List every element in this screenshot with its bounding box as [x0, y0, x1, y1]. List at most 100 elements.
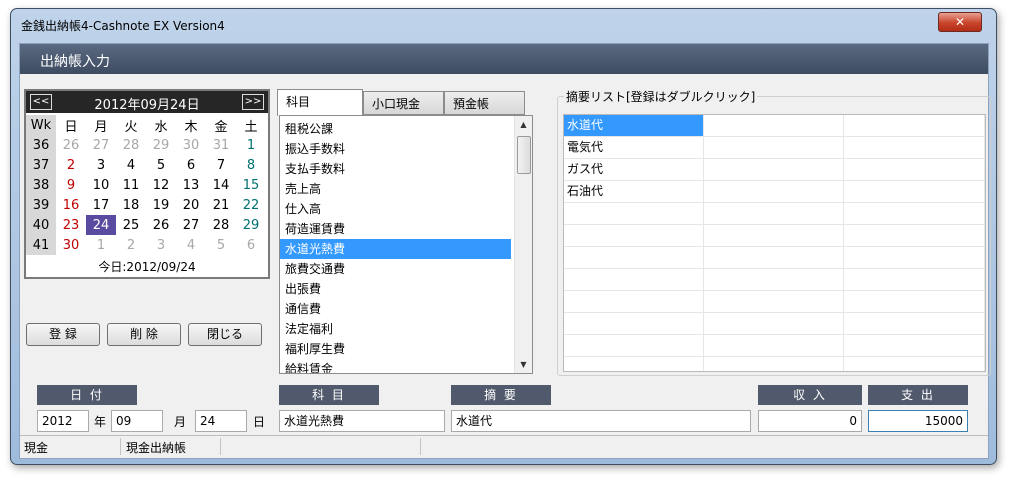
summary-row[interactable]: 電気代	[564, 137, 985, 159]
calendar-day[interactable]: 17	[86, 195, 116, 215]
account-listbox[interactable]: 租税公課 振込手数料 支払手数料 売上高 仕入高 荷造運賃費 水道光熱費 旅費交通費 出張費 通信…	[279, 115, 533, 374]
account-list-item[interactable]: 売上高	[280, 179, 532, 199]
year-field[interactable]: 2012	[37, 410, 89, 432]
expense-field[interactable]: 15000	[868, 410, 968, 432]
summary-cell[interactable]: 水道代	[564, 115, 704, 136]
summary-cell[interactable]	[704, 225, 844, 246]
scroll-thumb[interactable]	[517, 136, 531, 174]
summary-cell[interactable]	[704, 269, 844, 290]
calendar-day[interactable]: 4	[116, 155, 146, 175]
summary-cell[interactable]	[844, 137, 985, 158]
summary-row[interactable]	[564, 203, 985, 225]
summary-cell[interactable]	[844, 115, 985, 136]
month-field[interactable]: 09	[111, 410, 163, 432]
summary-cell[interactable]	[844, 225, 985, 246]
summary-cell[interactable]	[564, 313, 704, 334]
close-button[interactable]: 閉じる	[188, 323, 262, 346]
summary-field[interactable]: 水道代	[451, 410, 751, 432]
calendar-day[interactable]: 27	[176, 215, 206, 235]
calendar-day[interactable]: 2	[116, 235, 146, 255]
calendar-day[interactable]: 6	[176, 155, 206, 175]
summary-row[interactable]	[564, 269, 985, 291]
tab-account[interactable]: 科目	[277, 89, 363, 116]
summary-row[interactable]: 水道代	[564, 115, 985, 137]
calendar-day[interactable]: 28	[206, 215, 236, 235]
calendar-day[interactable]: 6	[236, 235, 266, 255]
summary-cell[interactable]	[564, 203, 704, 224]
summary-cell[interactable]	[844, 247, 985, 268]
calendar-day[interactable]: 4	[176, 235, 206, 255]
summary-grid[interactable]: 水道代 電気代 ガス代 石油代	[563, 114, 986, 372]
account-field[interactable]: 水道光熱費	[279, 410, 445, 432]
summary-cell[interactable]	[704, 357, 844, 371]
calendar-day[interactable]: 26	[146, 215, 176, 235]
calendar-day[interactable]: 21	[206, 195, 236, 215]
calendar-day[interactable]: 28	[116, 135, 146, 155]
delete-button[interactable]: 削 除	[107, 323, 181, 346]
summary-cell[interactable]	[844, 335, 985, 356]
summary-cell[interactable]	[704, 313, 844, 334]
summary-cell[interactable]	[704, 181, 844, 202]
account-list-item[interactable]: 福利厚生費	[280, 339, 532, 359]
tab-deposit[interactable]: 預金帳	[444, 91, 525, 115]
summary-cell[interactable]	[564, 225, 704, 246]
summary-cell[interactable]	[844, 269, 985, 290]
account-list-item[interactable]: 旅費交通費	[280, 259, 532, 279]
calendar-day[interactable]: 26	[56, 135, 86, 155]
summary-cell[interactable]	[844, 357, 985, 371]
calendar-day[interactable]: 5	[146, 155, 176, 175]
summary-row[interactable]: ガス代	[564, 159, 985, 181]
summary-row[interactable]	[564, 357, 985, 371]
calendar-day[interactable]: 3	[146, 235, 176, 255]
calendar-day[interactable]: 19	[146, 195, 176, 215]
summary-row[interactable]	[564, 335, 985, 357]
scroll-up-icon[interactable]: ▲	[515, 116, 532, 133]
summary-cell[interactable]	[844, 291, 985, 312]
calendar-day[interactable]: 25	[116, 215, 146, 235]
summary-row[interactable]	[564, 225, 985, 247]
summary-cell[interactable]	[704, 291, 844, 312]
calendar-day[interactable]: 13	[176, 175, 206, 195]
register-button[interactable]: 登 録	[26, 323, 100, 346]
calendar-day[interactable]: 1	[236, 135, 266, 155]
account-list-item[interactable]: 法定福利	[280, 319, 532, 339]
summary-cell[interactable]	[704, 203, 844, 224]
calendar-day[interactable]: 14	[206, 175, 236, 195]
close-window-button[interactable]: ✕	[938, 12, 982, 32]
summary-cell[interactable]	[844, 181, 985, 202]
summary-cell[interactable]	[704, 247, 844, 268]
income-field[interactable]: 0	[758, 410, 862, 432]
summary-cell[interactable]	[564, 291, 704, 312]
summary-cell[interactable]	[844, 313, 985, 334]
calendar-day[interactable]: 20	[176, 195, 206, 215]
calendar-day[interactable]: 30	[176, 135, 206, 155]
calendar-day[interactable]: 7	[206, 155, 236, 175]
calendar-today-label[interactable]: 今日:2012/09/24	[26, 258, 268, 275]
summary-row[interactable]	[564, 313, 985, 335]
summary-cell[interactable]	[704, 137, 844, 158]
summary-row[interactable]	[564, 247, 985, 269]
account-list-item[interactable]: 振込手数料	[280, 139, 532, 159]
scroll-down-icon[interactable]: ▼	[515, 356, 532, 373]
calendar-day[interactable]: 3	[86, 155, 116, 175]
summary-cell[interactable]: 石油代	[564, 181, 704, 202]
account-list-item[interactable]: 水道光熱費	[280, 239, 511, 259]
calendar-day[interactable]: 22	[236, 195, 266, 215]
calendar-day[interactable]: 5	[206, 235, 236, 255]
day-field[interactable]: 24	[195, 410, 247, 432]
account-list-item[interactable]: 出張費	[280, 279, 532, 299]
account-list-item[interactable]: 給料賃金	[280, 359, 532, 373]
summary-cell[interactable]	[844, 203, 985, 224]
summary-cell[interactable]: 電気代	[564, 137, 704, 158]
calendar-day[interactable]: 12	[146, 175, 176, 195]
calendar-day[interactable]: 1	[86, 235, 116, 255]
next-month-button[interactable]: >>	[242, 94, 264, 110]
calendar-day[interactable]: 2	[56, 155, 86, 175]
calendar-day[interactable]: 8	[236, 155, 266, 175]
summary-cell[interactable]	[564, 335, 704, 356]
summary-cell[interactable]	[564, 357, 704, 371]
summary-cell[interactable]	[844, 159, 985, 180]
account-scrollbar[interactable]: ▲ ▼	[514, 116, 532, 373]
summary-cell[interactable]: ガス代	[564, 159, 704, 180]
account-list-item[interactable]: 支払手数料	[280, 159, 532, 179]
